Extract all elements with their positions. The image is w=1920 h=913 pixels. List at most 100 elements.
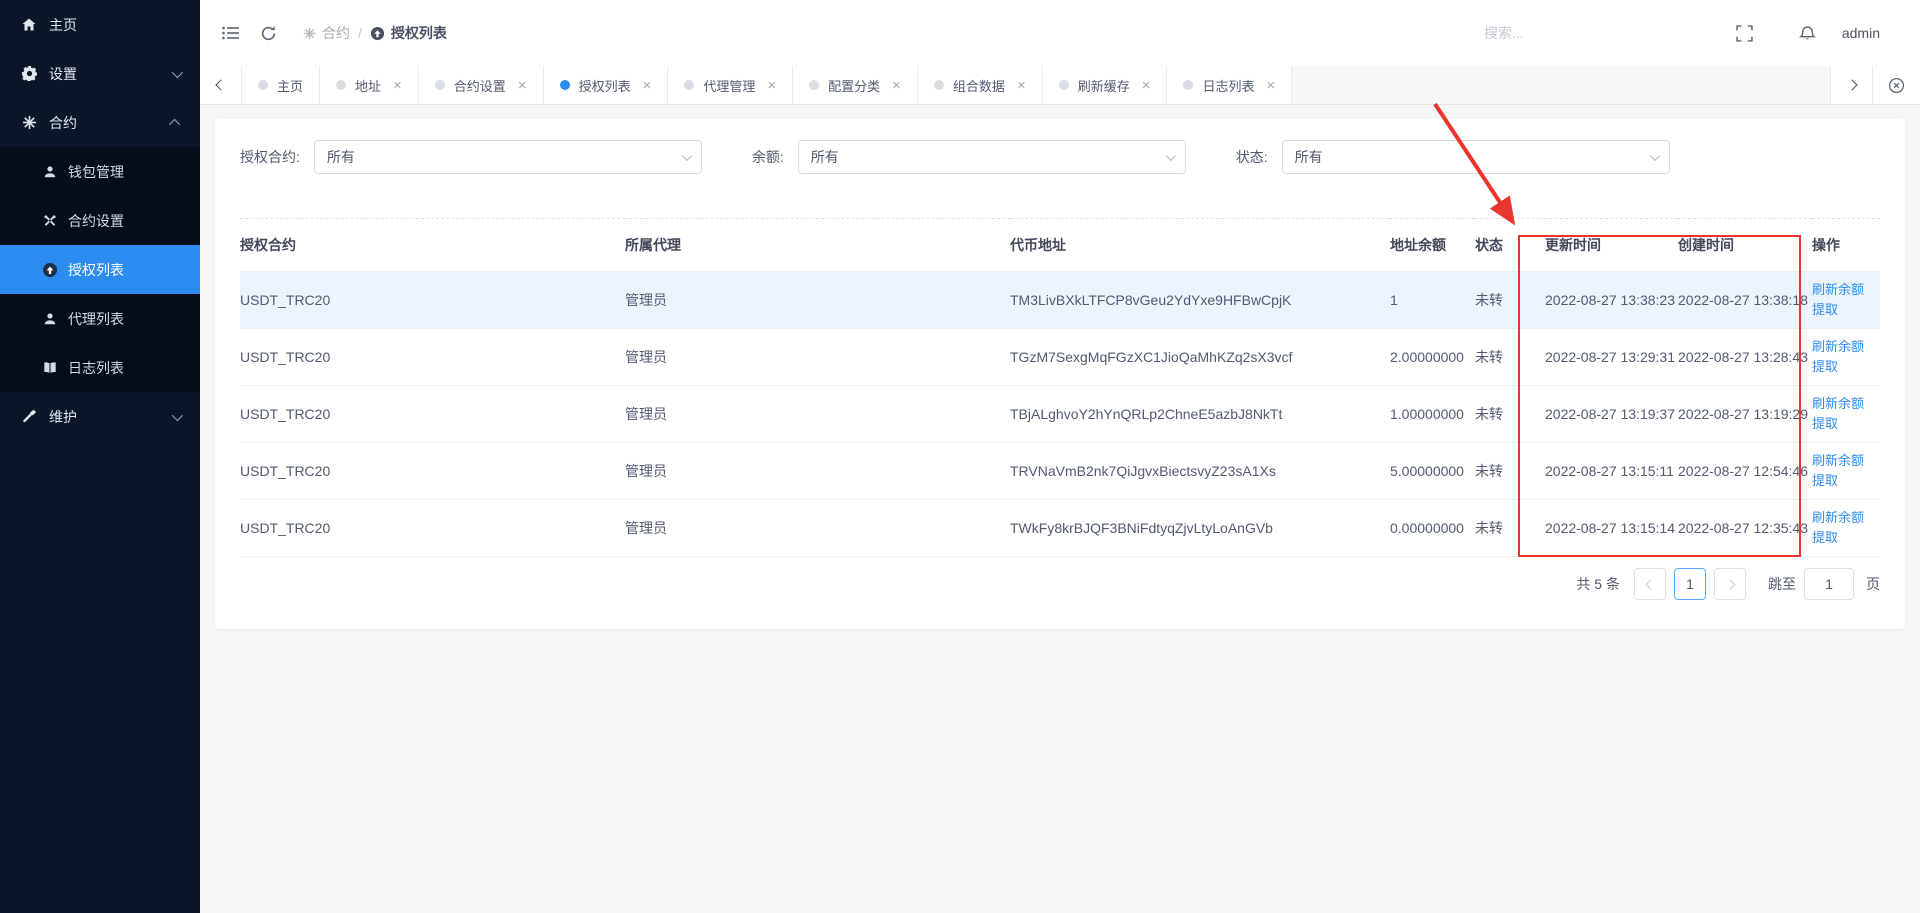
refresh-balance-link[interactable]: 刷新余额 [1812, 451, 1872, 471]
cell-contract: USDT_TRC20 [240, 329, 625, 386]
cell-updated: 2022-08-27 13:19:37 [1545, 386, 1678, 443]
tab-dot-icon [1183, 80, 1193, 90]
page-number-button[interactable]: 1 [1674, 568, 1706, 600]
cell-address: TRVNaVmB2nk7QiJgvxBiectsvyZ23sA1Xs [1010, 443, 1390, 500]
tab-auth-list[interactable]: 授权列表× [544, 66, 669, 104]
tab-home[interactable]: 主页 [242, 66, 320, 104]
tab-agent-manage[interactable]: 代理管理× [668, 66, 793, 104]
chevron-down-icon [682, 151, 692, 161]
contract-icon [20, 114, 38, 131]
close-icon[interactable]: × [643, 78, 652, 93]
contract-icon [303, 27, 316, 40]
tab-log-list[interactable]: 日志列表× [1167, 66, 1292, 104]
sidebar-item-maintenance[interactable]: 维护 [0, 392, 200, 441]
tab-dot-icon [560, 80, 570, 90]
next-page-button[interactable] [1714, 568, 1746, 600]
sidebar-item-label: 日志列表 [68, 358, 124, 378]
sidebar-item-label: 代理列表 [68, 309, 124, 329]
column-header: 创建时间 [1678, 219, 1812, 272]
refresh-icon[interactable] [260, 25, 277, 42]
fullscreen-icon[interactable] [1736, 25, 1753, 42]
sidebar-item-settings[interactable]: 设置 [0, 49, 200, 98]
table-row: USDT_TRC20 管理员 TGzM7SexgMqFGzXC1JioQaMhK… [240, 329, 1880, 386]
refresh-balance-link[interactable]: 刷新余额 [1812, 337, 1872, 357]
refresh-balance-link[interactable]: 刷新余额 [1812, 394, 1872, 414]
cell-balance: 1 [1390, 272, 1475, 329]
filter-status: 状态: 所有 [1236, 140, 1670, 174]
sidebar-item-label: 授权列表 [68, 260, 124, 280]
search-input[interactable] [1484, 25, 1634, 41]
tab-label: 主页 [277, 76, 303, 95]
close-icon[interactable]: × [393, 78, 402, 93]
withdraw-link[interactable]: 提取 [1812, 300, 1872, 320]
tabs-scroll-left-button[interactable] [200, 66, 242, 104]
tab-contract-settings[interactable]: 合约设置× [419, 66, 544, 104]
select-value: 所有 [327, 147, 355, 167]
close-icon[interactable]: × [1267, 78, 1276, 93]
cell-actions: 刷新余额 提取 [1812, 329, 1880, 386]
tab-refresh-cache[interactable]: 刷新缓存× [1043, 66, 1168, 104]
sidebar: 主页 设置 合约 钱包管理 合约设置 [0, 0, 200, 913]
cell-balance: 1.00000000 [1390, 386, 1475, 443]
tab-label: 配置分类 [828, 76, 880, 95]
column-header: 授权合约 [240, 219, 625, 272]
cell-contract: USDT_TRC20 [240, 272, 625, 329]
cell-balance: 2.00000000 [1390, 329, 1475, 386]
sidebar-item-contract-settings[interactable]: 合约设置 [0, 196, 200, 245]
sidebar-item-contract[interactable]: 合约 [0, 98, 200, 147]
cell-agent: 管理员 [625, 386, 1010, 443]
tab-dot-icon [934, 80, 944, 90]
auth-contract-select[interactable]: 所有 [314, 140, 702, 174]
sidebar-item-home[interactable]: 主页 [0, 0, 200, 49]
cell-created: 2022-08-27 12:35:43 [1678, 500, 1812, 557]
sidebar-item-label: 维护 [49, 407, 77, 427]
collapse-menu-icon[interactable] [222, 26, 240, 40]
wrench-icon [20, 408, 38, 425]
circle-close-icon [1888, 77, 1905, 94]
refresh-balance-link[interactable]: 刷新余额 [1812, 280, 1872, 300]
prev-page-button[interactable] [1634, 568, 1666, 600]
sidebar-item-log-list[interactable]: 日志列表 [0, 343, 200, 392]
withdraw-link[interactable]: 提取 [1812, 357, 1872, 377]
table-row: USDT_TRC20 管理员 TWkFy8krBJQF3BNiFdtyqZjvL… [240, 500, 1880, 557]
jump-page-input[interactable] [1804, 568, 1854, 600]
cell-address: TGzM7SexgMqFGzXC1JioQaMhKZq2sX3vcf [1010, 329, 1390, 386]
filter-label: 状态: [1236, 147, 1268, 167]
tabs-scroll-right-button[interactable] [1830, 66, 1872, 104]
sidebar-item-auth-list[interactable]: 授权列表 [0, 245, 200, 294]
close-all-tabs-button[interactable] [1872, 66, 1920, 104]
close-icon[interactable]: × [767, 78, 776, 93]
sidebar-item-wallet-manage[interactable]: 钱包管理 [0, 147, 200, 196]
withdraw-link[interactable]: 提取 [1812, 414, 1872, 434]
tab-dot-icon [684, 80, 694, 90]
tab-combined-data[interactable]: 组合数据× [918, 66, 1043, 104]
cell-contract: USDT_TRC20 [240, 386, 625, 443]
refresh-balance-link[interactable]: 刷新余额 [1812, 508, 1872, 528]
withdraw-link[interactable]: 提取 [1812, 528, 1872, 548]
tab-config-category[interactable]: 配置分类 × [793, 66, 918, 104]
tab-address[interactable]: 地址× [320, 66, 419, 104]
withdraw-link[interactable]: 提取 [1812, 471, 1872, 491]
sidebar-item-label: 钱包管理 [68, 162, 124, 182]
pagination: 共 5 条 1 跳至 页 [240, 567, 1880, 601]
filter-label: 授权合约: [240, 147, 300, 167]
close-icon[interactable]: × [892, 78, 901, 93]
sidebar-item-agent-list[interactable]: 代理列表 [0, 294, 200, 343]
breadcrumb: 合约 / 授权列表 [303, 23, 447, 43]
cell-created: 2022-08-27 12:54:46 [1678, 443, 1812, 500]
home-icon [20, 16, 38, 33]
select-value: 所有 [811, 147, 839, 167]
close-icon[interactable]: × [1142, 78, 1151, 93]
top-header: 合约 / 授权列表 admin [200, 0, 1920, 66]
close-icon[interactable]: × [1017, 78, 1026, 93]
user-menu[interactable]: admin [1842, 25, 1880, 41]
tab-bar-spacer [1292, 66, 1830, 104]
chevron-up-icon [169, 118, 180, 129]
status-select[interactable]: 所有 [1282, 140, 1670, 174]
column-header: 所属代理 [625, 219, 1010, 272]
bell-icon[interactable] [1799, 25, 1816, 42]
close-icon[interactable]: × [518, 78, 527, 93]
breadcrumb-section[interactable]: 合约 [303, 23, 350, 43]
cell-status: 未转 [1475, 443, 1545, 500]
balance-select[interactable]: 所有 [798, 140, 1186, 174]
